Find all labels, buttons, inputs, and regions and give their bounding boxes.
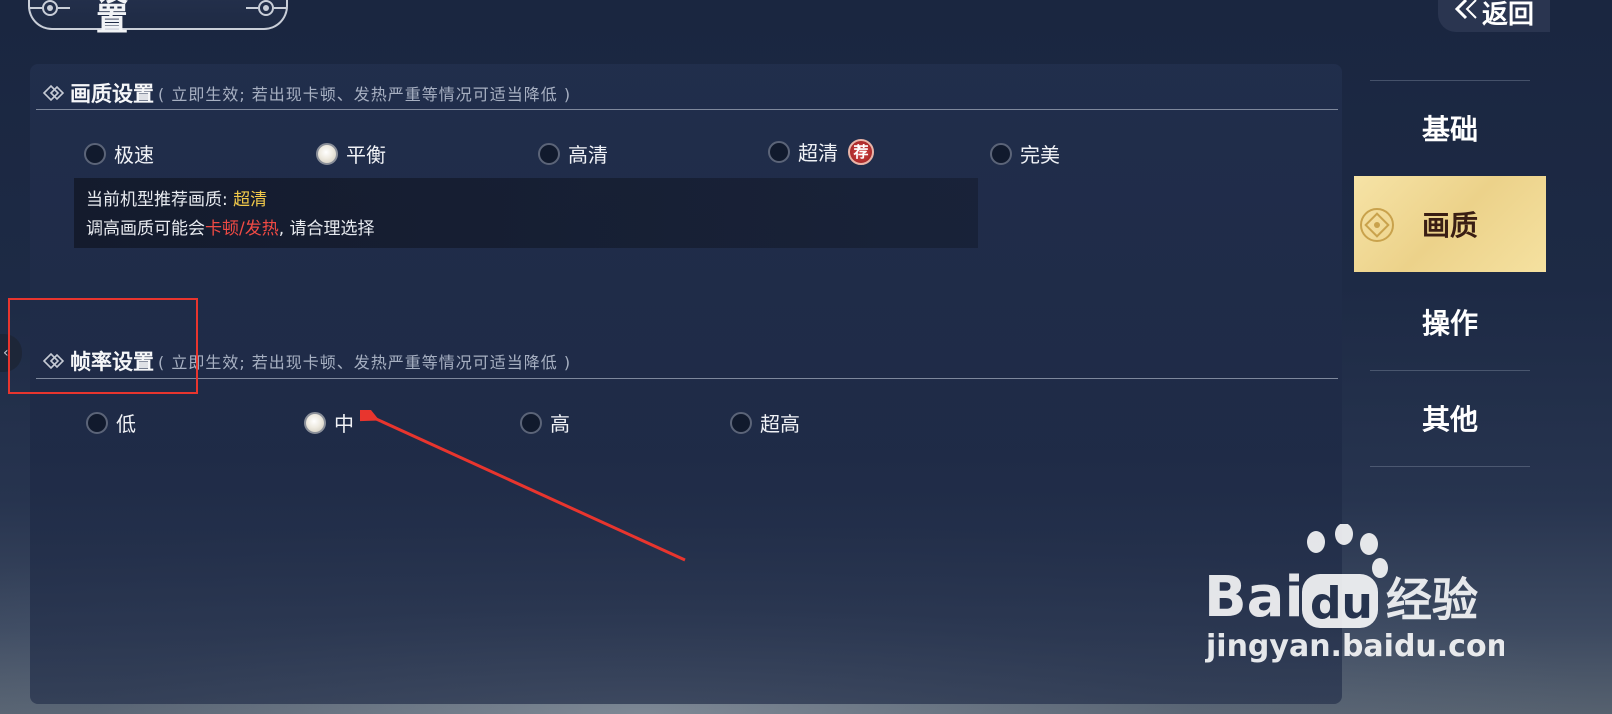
radio-button[interactable] bbox=[990, 142, 1012, 165]
back-button[interactable]: 返回 bbox=[1438, 0, 1550, 32]
option-label: 完美 bbox=[1020, 143, 1060, 167]
page-title: 设 置 bbox=[96, 0, 159, 38]
framerate-option-ultra[interactable]: 超高 bbox=[730, 408, 800, 437]
coin-icon bbox=[1358, 206, 1396, 244]
quality-option-hd[interactable]: 高清 bbox=[538, 139, 608, 168]
option-label: 超清 bbox=[798, 141, 838, 165]
watermark-du: du bbox=[1310, 578, 1373, 629]
baidu-watermark: Bai du 经验 jingyan.baidu.com bbox=[1204, 524, 1504, 664]
tip-text: 当前机型推荐画质: bbox=[86, 190, 234, 210]
radio-button[interactable] bbox=[84, 142, 106, 165]
quality-section-title: 画质设置 bbox=[70, 82, 154, 106]
sidebar-item-label: 其他 bbox=[1421, 403, 1478, 436]
annotation-arrow-icon bbox=[360, 410, 686, 562]
annotation-highlight-box bbox=[8, 298, 198, 394]
watermark-brand: Bai bbox=[1204, 565, 1304, 630]
tip-line-1: 当前机型推荐画质: 超清 bbox=[86, 186, 966, 215]
radio-button[interactable] bbox=[768, 140, 790, 163]
divider bbox=[36, 109, 1338, 110]
divider bbox=[36, 378, 1338, 379]
back-arrow-icon bbox=[1454, 0, 1480, 27]
quality-option-speed[interactable]: 极速 bbox=[84, 139, 154, 168]
framerate-option-medium[interactable]: 中 bbox=[304, 408, 354, 437]
ornament-icon bbox=[246, 0, 286, 19]
back-label: 返回 bbox=[1481, 0, 1534, 30]
radio-button[interactable] bbox=[538, 142, 560, 165]
quality-option-balanced[interactable]: 平衡 bbox=[316, 139, 386, 168]
recommended-quality-value: 超清 bbox=[233, 190, 268, 210]
page-title-plaque: 设 置 bbox=[28, 0, 288, 35]
ornament-icon bbox=[30, 0, 70, 19]
option-label: 中 bbox=[334, 412, 354, 436]
radio-button-selected[interactable] bbox=[304, 411, 326, 434]
diamond-icon bbox=[42, 84, 66, 102]
sidebar-item-label: 画质 bbox=[1421, 209, 1478, 242]
sidebar-item-label: 基础 bbox=[1421, 113, 1478, 146]
sidebar-item-basic[interactable]: 基础 bbox=[1354, 80, 1546, 176]
option-label: 高清 bbox=[568, 143, 608, 167]
tip-text: 调高画质可能会 bbox=[86, 219, 205, 239]
tip-text: , 请合理选择 bbox=[278, 219, 375, 239]
quality-option-ultra-hd[interactable]: 超清 荐 bbox=[768, 137, 874, 166]
sidebar-item-other[interactable]: 其他 bbox=[1354, 370, 1546, 466]
framerate-section-note: ( 立即生效; 若出现卡顿、发热严重等情况可适当降低 ) bbox=[158, 353, 572, 372]
watermark-cn: 经验 bbox=[1386, 573, 1478, 627]
framerate-option-low[interactable]: 低 bbox=[86, 408, 136, 437]
divider bbox=[1370, 466, 1530, 467]
option-label: 低 bbox=[116, 412, 136, 436]
settings-panel: 画质设置 ( 立即生效; 若出现卡顿、发热严重等情况可适当降低 ) 极速 平衡 … bbox=[30, 64, 1342, 704]
recommendation-tip: 当前机型推荐画质: 超清 调高画质可能会卡顿/发热, 请合理选择 bbox=[74, 178, 978, 248]
recommended-badge: 荐 bbox=[848, 138, 874, 165]
radio-button[interactable] bbox=[86, 411, 108, 434]
quality-section-header: 画质设置 ( 立即生效; 若出现卡顿、发热严重等情况可适当降低 ) bbox=[42, 78, 571, 108]
quality-section-note: ( 立即生效; 若出现卡顿、发热严重等情况可适当降低 ) bbox=[158, 85, 572, 104]
radio-button[interactable] bbox=[730, 411, 752, 434]
sidebar-item-label: 操作 bbox=[1421, 307, 1478, 340]
warning-text: 卡顿/发热 bbox=[205, 219, 279, 239]
radio-button-selected[interactable] bbox=[316, 142, 338, 165]
paw-icon bbox=[1307, 524, 1388, 578]
tip-line-2: 调高画质可能会卡顿/发热, 请合理选择 bbox=[86, 215, 966, 244]
quality-option-perfect[interactable]: 完美 bbox=[990, 139, 1060, 168]
sidebar-item-quality[interactable]: 画质 bbox=[1354, 176, 1546, 272]
option-label: 极速 bbox=[114, 143, 154, 167]
option-label: 超高 bbox=[760, 412, 800, 436]
watermark-url: jingyan.baidu.com bbox=[1205, 629, 1504, 664]
sidebar-item-controls[interactable]: 操作 bbox=[1354, 274, 1546, 370]
option-label: 平衡 bbox=[346, 143, 386, 167]
